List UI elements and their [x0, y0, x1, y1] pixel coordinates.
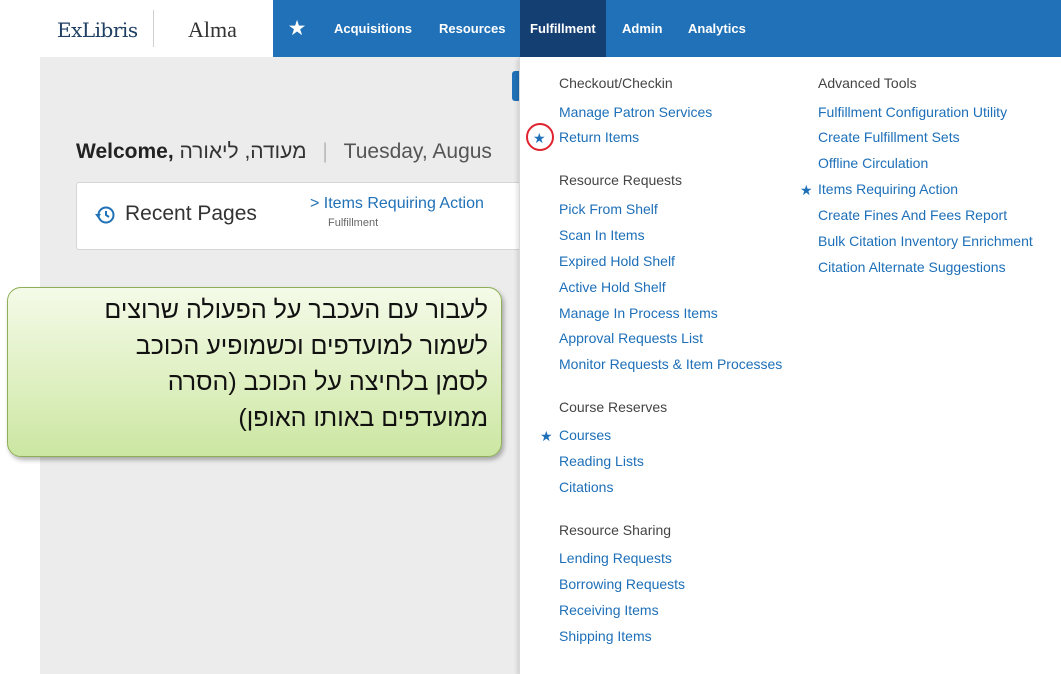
menu-heading-course-reserves: Course Reserves [559, 399, 668, 415]
recent-page-category: Fulfillment [328, 217, 379, 229]
favorite-star-icon[interactable]: ★ [540, 428, 553, 445]
menu-item-scan-in-items[interactable]: Scan In Items [559, 227, 645, 243]
menu-item-receiving-items[interactable]: Receiving Items [559, 602, 659, 618]
welcome-greeting: Welcome, [76, 140, 174, 163]
menu-item-pick-from-shelf[interactable]: Pick From Shelf [559, 201, 658, 217]
menu-item-manage-in-process-items[interactable]: Manage In Process Items [559, 305, 718, 321]
callout-text: לעבור עם העכבר על הפעולה שרוצים לשמור למ… [8, 292, 488, 436]
product-logo[interactable]: Alma [188, 17, 237, 43]
callout-line: לסמן בלחיצה על הכוכב (הסרה [167, 368, 488, 396]
menu-item-bulk-citation-inventory-enrichment[interactable]: Bulk Citation Inventory Enrichment [818, 233, 1033, 249]
history-icon [95, 206, 115, 224]
instruction-callout: לעבור עם העכבר על הפעולה שרוצים לשמור למ… [7, 287, 502, 457]
callout-line: ממועדפים באותו האופן) [238, 404, 488, 432]
menu-item-active-hold-shelf[interactable]: Active Hold Shelf [559, 279, 666, 295]
recent-pages-panel: Recent Pages > Items Requiring Action Fu… [76, 182, 528, 250]
menu-item-expired-hold-shelf[interactable]: Expired Hold Shelf [559, 253, 675, 269]
recent-page-link[interactable]: > Items Requiring Action [310, 195, 484, 213]
callout-line: לשמור למועדפים וכשמופיע הכוכב [135, 332, 488, 360]
menu-item-borrowing-requests[interactable]: Borrowing Requests [559, 576, 685, 592]
menu-heading-resource-sharing: Resource Sharing [559, 522, 672, 538]
welcome-line: Welcome, מעודה, ליאורה | Tuesday, Augus [76, 140, 492, 164]
callout-line: לעבור עם העכבר על הפעולה שרוצים [104, 296, 488, 324]
menu-item-courses[interactable]: Courses [559, 427, 611, 443]
menu-item-manage-patron-services[interactable]: Manage Patron Services [559, 104, 712, 120]
recent-pages-title: Recent Pages [125, 202, 257, 225]
menu-item-approval-requests-list[interactable]: Approval Requests List [559, 330, 703, 346]
menu-item-fulfillment-configuration-utility[interactable]: Fulfillment Configuration Utility [818, 104, 1007, 120]
menu-item-offline-circulation[interactable]: Offline Circulation [818, 155, 928, 171]
user-name: מעודה, ליאורה [179, 140, 307, 163]
menu-item-citations[interactable]: Citations [559, 479, 613, 495]
menu-heading-checkout: Checkout/Checkin [559, 75, 673, 91]
favorite-star-icon[interactable]: ★ [800, 182, 813, 199]
menu-item-citation-alternate-suggestions[interactable]: Citation Alternate Suggestions [818, 259, 1006, 275]
menu-item-create-fulfillment-sets[interactable]: Create Fulfillment Sets [818, 129, 960, 145]
current-date: Tuesday, Augus [343, 140, 492, 163]
menu-item-create-fines-and-fees-report[interactable]: Create Fines And Fees Report [818, 207, 1007, 223]
highlight-circle [526, 123, 554, 151]
menu-item-return-items[interactable]: Return Items [559, 129, 639, 145]
nav-analytics[interactable]: Analytics [688, 0, 746, 57]
favorites-star-icon[interactable]: ★ [273, 0, 321, 57]
menu-heading-advanced-tools: Advanced Tools [818, 75, 917, 91]
vendor-logo[interactable]: ExLibris [57, 18, 138, 42]
menu-item-lending-requests[interactable]: Lending Requests [559, 550, 672, 566]
logo-divider [153, 10, 154, 47]
welcome-separator: | [322, 140, 328, 163]
menu-item-shipping-items[interactable]: Shipping Items [559, 628, 652, 644]
nav-resources[interactable]: Resources [439, 0, 505, 57]
menu-heading-resource-requests: Resource Requests [559, 172, 682, 188]
menu-item-reading-lists[interactable]: Reading Lists [559, 453, 644, 469]
nav-acquisitions[interactable]: Acquisitions [334, 0, 412, 57]
menu-item-monitor-requests[interactable]: Monitor Requests & Item Processes [559, 356, 782, 372]
nav-admin[interactable]: Admin [622, 0, 662, 57]
nav-fulfillment[interactable]: Fulfillment [520, 0, 606, 57]
menu-item-items-requiring-action[interactable]: Items Requiring Action [818, 181, 958, 197]
